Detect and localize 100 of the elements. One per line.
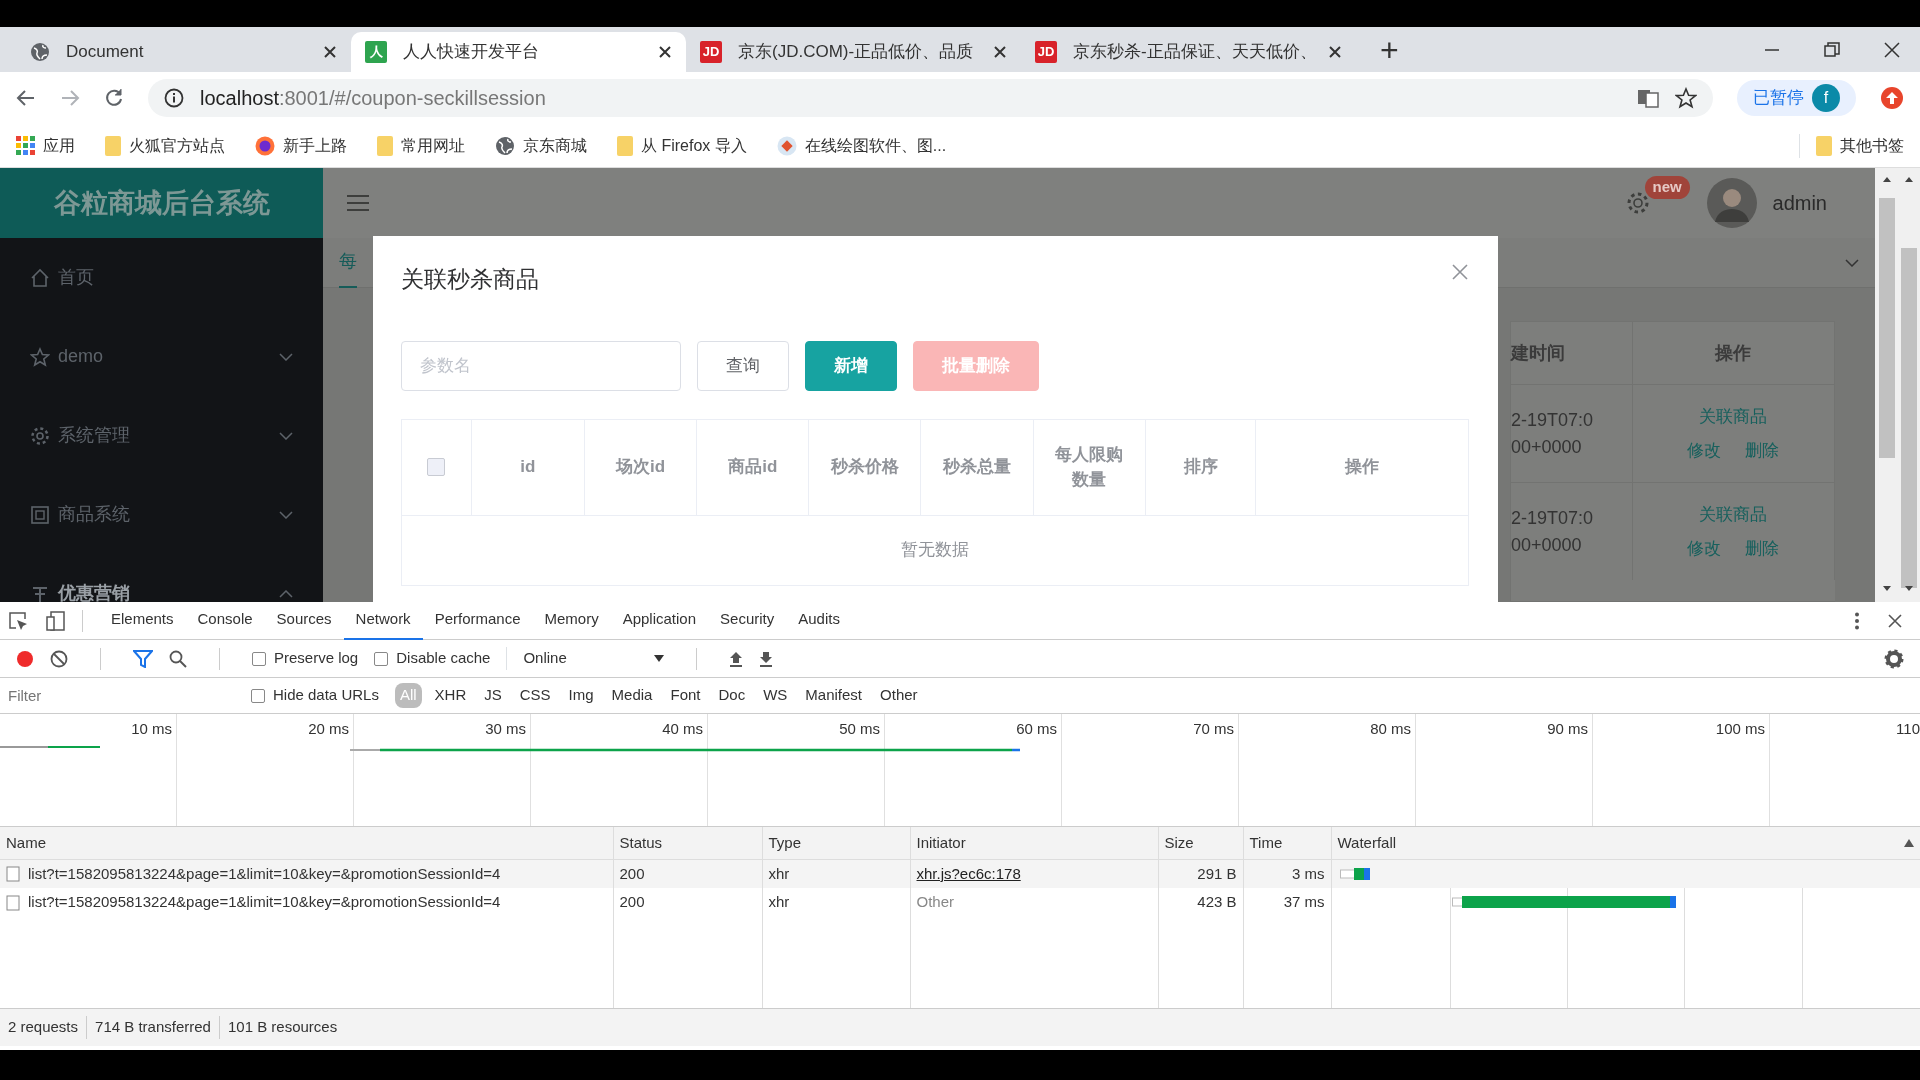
close-icon[interactable] (323, 45, 337, 59)
bookmark[interactable]: 从 Firefox 导入 (617, 133, 747, 158)
settings-icon[interactable] (1884, 648, 1904, 669)
summary-text: 2 requests (7, 1017, 80, 1038)
download-icon[interactable] (759, 650, 774, 667)
translate-icon[interactable] (1637, 87, 1659, 109)
sort-icon[interactable] (1903, 839, 1914, 847)
size-cell: 291 B (1197, 864, 1237, 882)
address-bar[interactable]: localhost:8001/#/coupon-seckillsession (148, 79, 1713, 117)
restore-icon[interactable] (1824, 41, 1840, 58)
devtools-tab[interactable]: Sources (264, 601, 344, 640)
table-cell-text: 00+0000 (1511, 533, 1583, 557)
checkbox[interactable]: Disable cache (374, 647, 491, 670)
devtools-tab[interactable]: Network (343, 601, 423, 640)
close-icon[interactable] (658, 45, 672, 59)
filter-type-button[interactable]: XHR (429, 683, 472, 708)
bookmark[interactable]: 新手上路 (255, 133, 347, 158)
inspect-icon[interactable] (8, 610, 28, 631)
upload-icon[interactable] (729, 650, 744, 667)
devtools-tab[interactable]: Elements (99, 601, 186, 640)
app-logo-text: 谷粒商城后台系统 (53, 186, 270, 220)
star-icon[interactable] (1675, 87, 1697, 109)
search-icon[interactable] (169, 649, 187, 668)
diagram-app-icon[interactable] (776, 135, 797, 156)
status-cell: 200 (619, 893, 645, 911)
throttle-dropdown[interactable]: Online (506, 647, 607, 670)
initiator-text: Other (916, 893, 954, 911)
bookmark[interactable]: 火狐官方站点 (105, 133, 225, 158)
user-name[interactable]: admin (1772, 188, 1827, 218)
device-icon[interactable] (46, 610, 66, 631)
close-icon[interactable] (1884, 41, 1900, 58)
dropdown-arrow-icon[interactable] (654, 655, 665, 662)
apps-icon[interactable] (16, 136, 35, 155)
column-header[interactable]: Initiator (916, 833, 966, 851)
type-cell: xhr (768, 864, 790, 882)
column-header[interactable]: Name (6, 833, 46, 851)
column-header[interactable]: Type (768, 833, 802, 851)
filter-type-button[interactable]: Font (665, 683, 706, 708)
back-icon[interactable] (16, 88, 36, 108)
browser-tab[interactable]: 人 人人快速开发平台 (351, 32, 686, 72)
record-icon[interactable] (16, 649, 34, 668)
column-header: 建时间 (1511, 322, 1633, 384)
update-icon[interactable] (1880, 86, 1904, 110)
reload-icon[interactable] (104, 88, 124, 108)
bookmark[interactable]: 其他书签 (1799, 133, 1904, 158)
firefox-icon[interactable] (255, 135, 275, 156)
more-options-icon[interactable] (1854, 611, 1860, 630)
browser-tab[interactable]: Document (16, 32, 351, 72)
filter-type-button[interactable]: Img (563, 683, 599, 708)
chevron-down-icon[interactable] (1845, 258, 1859, 267)
checkbox[interactable]: Hide data URLs (251, 684, 379, 707)
devtools-tab[interactable]: Console (185, 601, 265, 640)
info-icon (164, 88, 184, 108)
filter-type-button[interactable]: Other (875, 683, 923, 708)
column-header[interactable]: Waterfall (1337, 833, 1397, 851)
bookmark[interactable]: 常用网址 (377, 133, 465, 158)
devtools-tab[interactable]: Audits (786, 601, 852, 640)
filter-type-button[interactable]: WS (758, 683, 793, 708)
profile-button[interactable]: 已暂停 f (1737, 80, 1856, 116)
new-tab-button[interactable]: + (1380, 32, 1399, 68)
column-header: id (520, 456, 536, 479)
filter-icon[interactable] (133, 649, 153, 668)
devtools-tab[interactable]: Memory (532, 601, 611, 640)
bookmark[interactable]: 京东商城 (495, 133, 587, 158)
request-name[interactable]: list?t=1582095813224&page=1&limit=10&key=&promotionSessionId=4 (28, 891, 501, 914)
close-icon[interactable] (993, 45, 1007, 59)
close-icon[interactable] (1328, 45, 1342, 59)
browser-tab[interactable]: JD 京东秒杀-正品保证、天天低价、 (1021, 32, 1356, 72)
browser-tab[interactable]: JD 京东(JD.COM)-正品低价、品质 (686, 32, 1021, 72)
tab-title: 人人快速开发平台 (403, 41, 540, 64)
bookmark[interactable]: 应用 (16, 133, 75, 158)
bookmark[interactable]: 在线绘图软件、图... (776, 133, 947, 158)
new-badge: new (1644, 176, 1690, 199)
filter-type-button[interactable]: Doc (713, 683, 751, 708)
search-field[interactable]: 参数名 (401, 340, 681, 391)
column-header: 操作 (1632, 322, 1835, 384)
column-header[interactable]: Size (1164, 833, 1194, 851)
sidebar-item[interactable]: 优惠营销 (0, 554, 323, 602)
table-cell-text: 2-19T07:0 (1511, 506, 1595, 530)
close-icon[interactable] (1888, 613, 1902, 628)
filter-type-button[interactable]: Manifest (800, 683, 868, 708)
menu-icon[interactable] (347, 194, 369, 212)
clear-icon[interactable] (50, 649, 68, 668)
devtools-tab[interactable]: Performance (422, 601, 533, 640)
column-header[interactable]: Status (619, 833, 663, 851)
tab-title: 京东秒杀-正品保证、天天低价、 (1073, 41, 1312, 64)
checkbox[interactable]: Preserve log (252, 647, 359, 670)
tick-label: 10 ms (131, 720, 172, 737)
devtools-tab[interactable]: Application (610, 601, 709, 640)
select-all-checkbox[interactable] (427, 458, 446, 476)
filter-type-button[interactable]: JS (479, 683, 507, 708)
user-avatar[interactable] (1706, 178, 1757, 228)
document-icon (30, 504, 50, 525)
filter-type-button[interactable]: Media (606, 683, 658, 708)
column-header: 场次id (616, 456, 666, 479)
devtools-tab[interactable]: Security (708, 601, 787, 640)
query-button[interactable]: 查询 (697, 340, 789, 391)
filter-type-button[interactable]: CSS (514, 683, 556, 708)
column-header: 每人限购数量 (1054, 443, 1125, 491)
globe-icon[interactable] (495, 135, 515, 156)
